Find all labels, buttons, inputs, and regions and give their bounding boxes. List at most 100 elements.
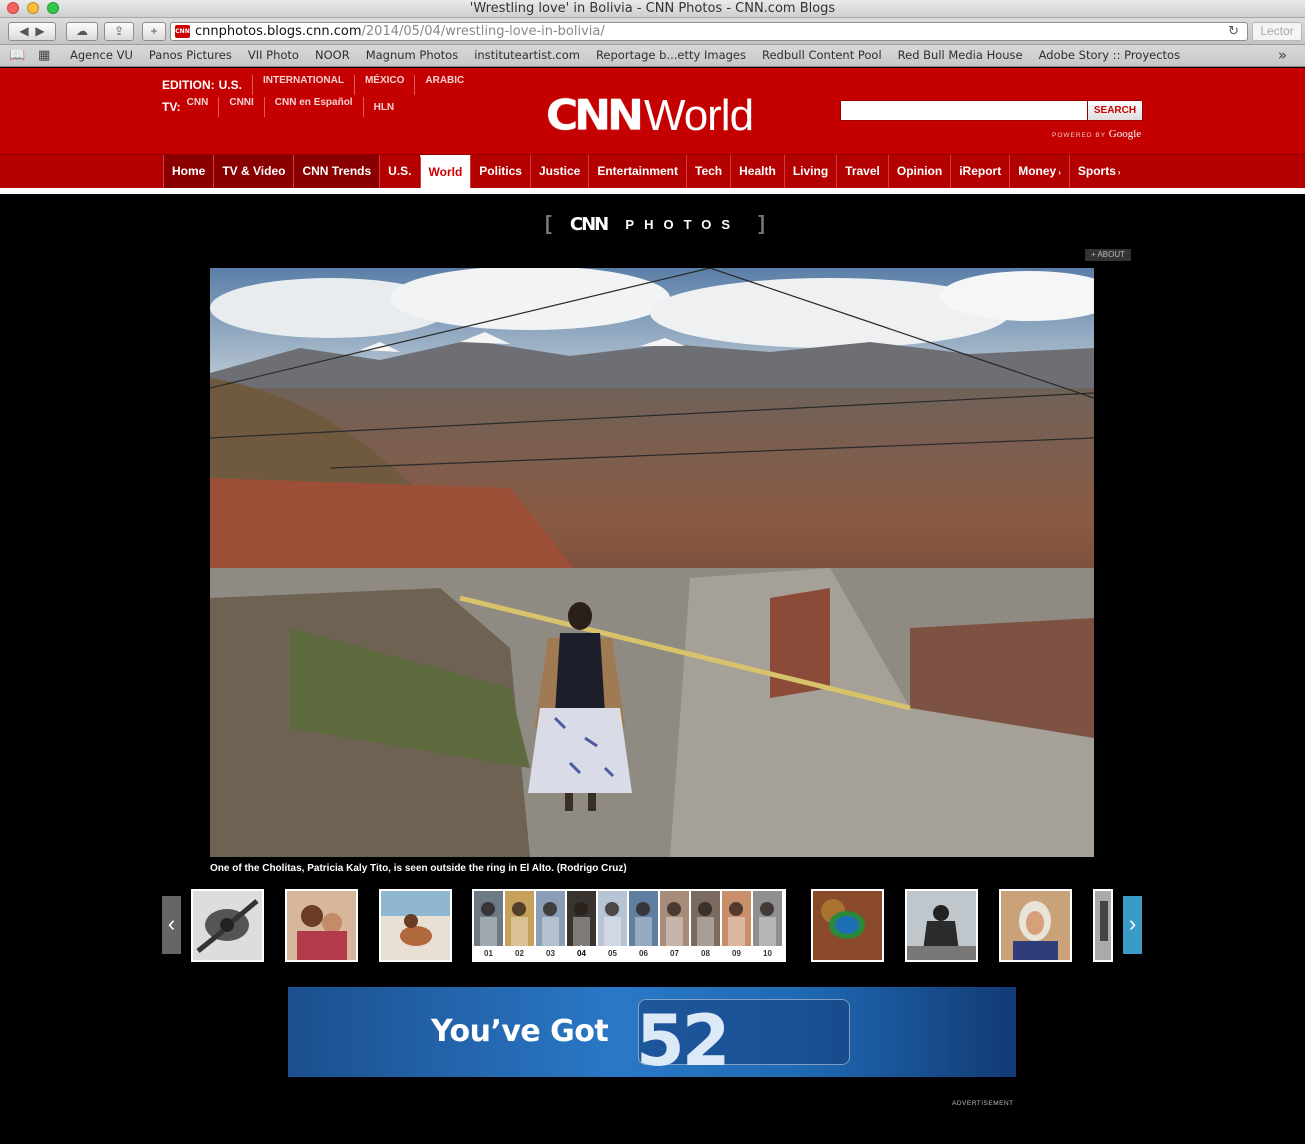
bookmark-item[interactable]: Reportage b...etty Images [588,48,754,62]
advertisement-banner[interactable]: You’ve Got 52 [288,987,1016,1077]
cnn-world-logo[interactable]: CNN World [546,90,754,141]
group-thumbnail-number: 05 [608,949,617,958]
thumbnails-next-button[interactable]: › [1123,896,1142,954]
bookmarks-list: Agence VU Panos Pictures VII Photo NOOR Magn… [62,48,1188,62]
gallery-thumbnail-8-partial[interactable] [1093,889,1113,962]
bookmark-item[interactable]: Adobe Story :: Proyectos [1031,48,1188,62]
nav-item-home[interactable]: Home [163,155,214,189]
nav-item-tv-video[interactable]: TV & Video [213,155,294,189]
group-thumbnail-photo [604,902,621,946]
group-thumbnail[interactable] [536,891,565,946]
group-thumbnail[interactable] [722,891,751,946]
group-thumbnail-photo [666,902,683,946]
group-thumbnail[interactable] [753,891,782,946]
edition-selector: EDITION: U.S. INTERNATIONAL MÉXICO ARABI… [162,75,474,95]
group-thumbnail[interactable] [505,891,534,946]
tv-link-cnni[interactable]: CNNI [229,97,265,117]
reload-icon[interactable]: ↻ [1228,23,1239,40]
nav-item-health[interactable]: Health [730,155,784,189]
tv-label: TV: [162,100,181,114]
bookmark-item[interactable]: instituteartist.com [466,48,588,62]
group-thumbnail[interactable] [474,891,503,946]
forward-arrow-icon[interactable]: ▶ [35,24,44,38]
nav-item-label: TV & Video [222,164,286,178]
top-sites-grid-icon[interactable]: ▦ [38,48,50,63]
window-titlebar: 'Wrestling love' in Bolivia - CNN Photos… [0,0,1305,18]
tv-link-hln[interactable]: HLN [374,102,405,113]
chevron-left-icon: ‹ [167,911,176,936]
back-arrow-icon[interactable]: ◀ [19,24,28,38]
nav-item-cnn-trends[interactable]: CNN Trends [293,155,380,189]
nav-item-label: Money [1018,164,1057,178]
gallery-thumbnail-1[interactable] [191,889,264,962]
bookmark-item[interactable]: Agence VU [62,48,141,62]
bookmark-item[interactable]: Panos Pictures [141,48,240,62]
nav-item-label: Living [792,164,829,178]
group-thumbnail[interactable] [598,891,627,946]
bookmark-item[interactable]: NOOR [307,48,358,62]
banner-right-bracket: ] [758,212,765,235]
reading-list-icon[interactable]: 📖 [9,48,25,63]
gallery-thumbnail-5[interactable] [811,889,884,962]
group-thumbnail[interactable] [660,891,689,946]
edition-link-mexico[interactable]: MÉXICO [353,75,414,95]
nav-item-tech[interactable]: Tech [686,155,730,189]
cnn-photos-logo[interactable]: CNN [570,214,609,235]
nav-item-politics[interactable]: Politics [470,155,530,189]
bookmark-item[interactable]: Magnum Photos [358,48,467,62]
group-thumbnail-number: 06 [639,949,648,958]
nav-item-ireport[interactable]: iReport [950,155,1009,189]
edition-link-international[interactable]: INTERNATIONAL [252,75,354,95]
tv-link-cnn[interactable]: CNN [187,97,220,117]
advertisement-label: ADVERTISEMENT [952,1100,1014,1107]
gallery-thumbnail-2[interactable] [285,889,358,962]
group-thumbnail-number: 09 [732,949,741,958]
nav-item-sports[interactable]: Sports › [1068,155,1129,189]
group-thumbnail-photo [511,902,528,946]
bookmark-item[interactable]: Red Bull Media House [890,48,1031,62]
group-thumbnail[interactable] [691,891,720,946]
search-button[interactable]: SEARCH [1087,100,1143,121]
group-thumbnail-number: 01 [484,949,493,958]
nav-item-u-s-[interactable]: U.S. [379,155,419,189]
section-logo-text: World [643,90,754,140]
nav-item-living[interactable]: Living [783,155,836,189]
url-host: cnnphotos.blogs.cnn.com [195,24,362,39]
gallery-thumbnail-3[interactable] [379,889,452,962]
bookmark-item[interactable]: Redbull Content Pool [754,48,890,62]
reader-button[interactable]: Lector [1252,22,1302,41]
url-path: /2014/05/04/wrestling-love-in-bolivia/ [361,24,605,39]
gallery-thumbnail-6[interactable] [905,889,978,962]
bookmark-item[interactable]: VII Photo [240,48,307,62]
photos-wordmark: PHOTOS [625,216,741,232]
group-thumbnail-photo [635,902,652,946]
more-bookmarks-icon[interactable]: » [1278,46,1287,64]
share-button[interactable]: ⇪ [104,22,134,41]
search-input[interactable] [840,100,1088,121]
back-forward-buttons[interactable]: ◀ ▶ [8,22,56,41]
group-thumbnail[interactable] [567,891,596,946]
group-thumbnail[interactable] [629,891,658,946]
nav-item-label: World [428,165,463,179]
edition-current[interactable]: U.S. [219,78,242,92]
new-tab-button[interactable]: + [142,22,166,41]
edition-label: EDITION: [162,78,215,92]
edition-link-arabic[interactable]: ARABIC [414,75,474,95]
nav-item-travel[interactable]: Travel [836,155,888,189]
tv-link-cnn-espanol[interactable]: CNN en Español [275,97,364,117]
nav-item-entertainment[interactable]: Entertainment [588,155,686,189]
group-thumbnail-photo [728,902,745,946]
chevron-right-icon: › [1058,168,1061,177]
group-thumbnail-number: 07 [670,949,679,958]
icloud-tabs-button[interactable]: ☁ [66,22,98,41]
about-button[interactable]: + ABOUT [1085,249,1131,261]
nav-item-world[interactable]: World [419,155,471,189]
nav-item-money[interactable]: Money › [1009,155,1069,189]
gallery-thumbnail-7[interactable] [999,889,1072,962]
cnn-header: EDITION: U.S. INTERNATIONAL MÉXICO ARABI… [0,68,1305,154]
thumbnails-prev-button[interactable]: ‹ [162,896,181,954]
address-bar[interactable]: CNN cnnphotos.blogs.cnn.com/2014/05/04/w… [170,22,1248,41]
nav-item-opinion[interactable]: Opinion [887,155,950,189]
thumbnail-beach-child-photo [381,891,450,960]
nav-item-justice[interactable]: Justice [529,155,588,189]
